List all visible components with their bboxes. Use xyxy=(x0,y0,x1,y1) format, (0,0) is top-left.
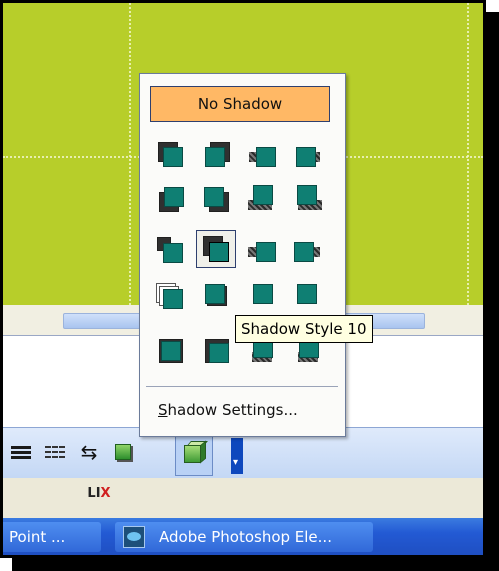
toolbar-options-icon[interactable]: ▾ xyxy=(231,438,243,474)
shadow-style-9-icon[interactable] xyxy=(150,232,190,270)
shadow-settings-menu-item[interactable]: Shadow Settings... xyxy=(146,392,338,428)
image-drop-shadow xyxy=(486,12,499,571)
shadow-style-7-icon[interactable] xyxy=(242,178,282,216)
arrow-style-icon[interactable]: ⇆ xyxy=(77,440,101,464)
shadow-style-10-icon[interactable] xyxy=(196,230,236,268)
dash-style-icon[interactable] xyxy=(43,440,67,464)
shadow-style-menu: No Shadow Shadow Settings... xyxy=(139,73,346,437)
shadow-style-15-icon[interactable] xyxy=(242,278,282,316)
taskbar-item-label: Point ... xyxy=(9,528,66,546)
shadow-style-12-icon[interactable] xyxy=(288,232,328,270)
shadow-style-4-icon[interactable] xyxy=(288,136,328,174)
image-drop-shadow xyxy=(12,558,499,571)
menu-separator xyxy=(146,386,338,387)
vertical-guide xyxy=(129,3,131,305)
taskbar-item-photoshop[interactable]: Adobe Photoshop Ele... xyxy=(115,522,373,552)
taskbar-item-label: Adobe Photoshop Ele... xyxy=(159,528,332,546)
shadow-style-3-icon[interactable] xyxy=(242,136,282,174)
status-bar: LIX xyxy=(3,478,483,518)
vertical-guide xyxy=(467,3,469,305)
shadow-style-6-icon[interactable] xyxy=(196,178,236,216)
line-style-icon[interactable] xyxy=(9,440,33,464)
shadow-style-17-icon[interactable] xyxy=(150,330,190,368)
app-window: ⇆ ▾ LIX Point ... Adobe Photoshop Ele...… xyxy=(0,0,486,558)
shadow-style-2-icon[interactable] xyxy=(196,136,236,174)
shadow-style-1-icon[interactable] xyxy=(150,136,190,174)
tooltip: Shadow Style 10 xyxy=(235,315,373,343)
shadow-style-13-icon[interactable] xyxy=(150,278,190,316)
3d-style-icon[interactable] xyxy=(175,432,213,476)
shadow-style-18-icon[interactable] xyxy=(196,330,236,368)
taskbar: Point ... Adobe Photoshop Ele... xyxy=(3,518,483,555)
shadow-style-8-icon[interactable] xyxy=(288,178,328,216)
no-shadow-button[interactable]: No Shadow xyxy=(150,86,330,122)
shadow-style-11-icon[interactable] xyxy=(242,232,282,270)
shadow-style-5-icon[interactable] xyxy=(150,178,190,216)
photoshop-icon xyxy=(123,526,145,548)
taskbar-item-powerpoint[interactable]: Point ... xyxy=(3,522,101,552)
shadow-style-16-icon[interactable] xyxy=(288,278,328,316)
shadow-style-icon[interactable] xyxy=(111,440,135,464)
spelling-error-icon[interactable]: LIX xyxy=(83,484,115,504)
shadow-style-14-icon[interactable] xyxy=(196,278,236,316)
